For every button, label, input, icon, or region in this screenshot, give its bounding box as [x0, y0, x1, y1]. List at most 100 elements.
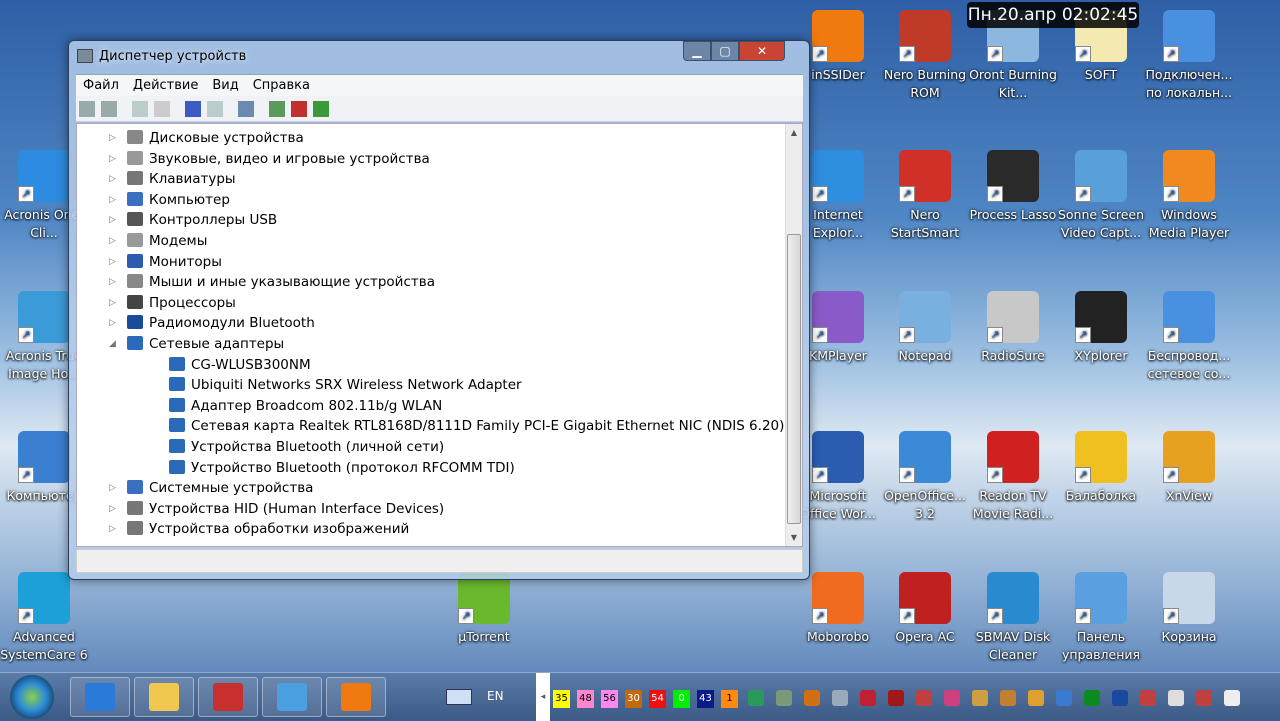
- tray-counter[interactable]: 48: [577, 690, 594, 708]
- desktop-icon[interactable]: ↗ Moborobo: [794, 572, 882, 646]
- battery-icon[interactable]: [1168, 690, 1184, 706]
- console-tree-icon[interactable]: [132, 101, 148, 117]
- desktop-icon[interactable]: ↗ Opera AC: [881, 572, 969, 646]
- desktop-icon[interactable]: ↗ Nero Burning ROM: [881, 10, 969, 102]
- expand-arrow-icon[interactable]: ▷: [109, 174, 119, 184]
- network-icon[interactable]: [1196, 690, 1212, 706]
- desktop-icon[interactable]: ↗ XnView: [1145, 431, 1233, 505]
- tree-item[interactable]: Ubiquiti Networks SRX Wireless Network A…: [169, 375, 522, 395]
- start-button[interactable]: [10, 675, 54, 719]
- tree-item[interactable]: Радиомодули Bluetooth: [127, 313, 315, 333]
- desktop-icon[interactable]: ↗ Notepad: [881, 291, 969, 365]
- menu-file[interactable]: Файл: [76, 75, 126, 96]
- expand-arrow-icon[interactable]: ▷: [109, 524, 119, 534]
- vertical-scrollbar[interactable]: ▲ ▼: [785, 124, 802, 546]
- taskbar-button-maxthon[interactable]: [70, 677, 130, 717]
- help-icon[interactable]: [185, 101, 201, 117]
- tree-item[interactable]: Сетевая карта Realtek RTL8168D/8111D Fam…: [169, 416, 784, 436]
- tree-item[interactable]: Устройства Bluetooth (личной сети): [169, 437, 444, 457]
- update-driver-icon[interactable]: [269, 101, 285, 117]
- expand-arrow-icon[interactable]: ▷: [109, 277, 119, 287]
- tree-item[interactable]: Устройства HID (Human Interface Devices): [127, 499, 444, 519]
- maximize-button[interactable]: ▢: [711, 41, 739, 61]
- desktop-icon[interactable]: ↗ Nero StartSmart: [881, 150, 969, 242]
- tree-item[interactable]: Устройства обработки изображений: [127, 519, 409, 539]
- scroll-up-arrow[interactable]: ▲: [786, 124, 802, 137]
- tray-counter[interactable]: 54: [649, 690, 666, 708]
- expand-arrow-icon[interactable]: ▷: [109, 154, 119, 164]
- security-icon[interactable]: [1000, 690, 1016, 706]
- expand-arrow-icon[interactable]: ▷: [109, 215, 119, 225]
- tool-icon[interactable]: [916, 690, 932, 706]
- taskbar-button-hash-app[interactable]: [326, 677, 386, 717]
- desktop-icon[interactable]: ↗ Advanced SystemCare 6: [0, 572, 88, 664]
- desktop-icon[interactable]: ↗ Беспровод... сетевое со...: [1145, 291, 1233, 383]
- tray-counter[interactable]: 43: [697, 690, 714, 708]
- tree-item[interactable]: Мыши и иные указывающие устройства: [127, 272, 435, 292]
- tree-item[interactable]: Процессоры: [127, 293, 236, 313]
- keyboard-icon[interactable]: [446, 689, 472, 705]
- desktop-icon[interactable]: ↗ Корзина: [1145, 572, 1233, 646]
- tree-item[interactable]: Компьютер: [127, 190, 230, 210]
- volume-icon[interactable]: [1224, 690, 1240, 706]
- network-monitor-icon[interactable]: [748, 690, 764, 706]
- bluetooth-icon[interactable]: [1112, 690, 1128, 706]
- desktop-icon[interactable]: ↗ OpenOffice... 3.2: [881, 431, 969, 523]
- back-icon[interactable]: [79, 101, 95, 117]
- desktop-icon[interactable]: ↗ Подключен... по локальн...: [1145, 10, 1233, 102]
- forward-icon[interactable]: [101, 101, 117, 117]
- desktop-icon[interactable]: ↗ RadioSure: [969, 291, 1057, 365]
- menu-view[interactable]: Вид: [205, 75, 245, 96]
- tree-item[interactable]: Клавиатуры: [127, 169, 236, 189]
- tray-counter[interactable]: 0: [673, 690, 690, 708]
- menu-help[interactable]: Справка: [246, 75, 317, 96]
- taskbar-button-network[interactable]: [262, 677, 322, 717]
- expand-arrow-icon[interactable]: ▷: [109, 133, 119, 143]
- scroll-down-arrow[interactable]: ▼: [786, 533, 802, 542]
- desktop-icon[interactable]: ↗ Балаболка: [1057, 431, 1145, 505]
- color-icon[interactable]: [944, 690, 960, 706]
- expand-arrow-icon[interactable]: ▷: [109, 298, 119, 308]
- expand-arrow-icon[interactable]: ▷: [109, 195, 119, 205]
- expand-arrow-icon[interactable]: ▷: [109, 504, 119, 514]
- tray-counter[interactable]: 35: [553, 690, 570, 708]
- desktop-icon[interactable]: ↗ Windows Media Player: [1145, 150, 1233, 242]
- tree-item[interactable]: Системные устройства: [127, 478, 313, 498]
- tree-item[interactable]: CG-WLUSB300NM: [169, 355, 311, 375]
- collapse-arrow-icon[interactable]: ◢: [109, 339, 119, 349]
- tree-item[interactable]: Устройство Bluetooth (протокол RFCOMM TD…: [169, 458, 515, 478]
- menu-action[interactable]: Действие: [126, 75, 205, 96]
- green-square-icon[interactable]: [1084, 690, 1100, 706]
- tree-item[interactable]: Адаптер Broadcom 802.11b/g WLAN: [169, 396, 442, 416]
- desktop-icon[interactable]: ↗ XYplorer: [1057, 291, 1145, 365]
- taskbar-button-explorer[interactable]: [134, 677, 194, 717]
- tree-item[interactable]: Модемы: [127, 231, 207, 251]
- uninstall-icon[interactable]: [291, 101, 307, 117]
- expand-arrow-icon[interactable]: ▷: [109, 236, 119, 246]
- desktop-icon[interactable]: ↗ Панель управления: [1057, 572, 1145, 664]
- opera-icon[interactable]: [860, 690, 876, 706]
- printer-icon[interactable]: [832, 690, 848, 706]
- tree-item[interactable]: Дисковые устройства: [127, 128, 304, 148]
- language-indicator[interactable]: EN: [487, 689, 504, 703]
- expand-arrow-icon[interactable]: ▷: [109, 257, 119, 267]
- tree-item[interactable]: Мониторы: [127, 252, 222, 272]
- tree-item[interactable]: Контроллеры USB: [127, 210, 277, 230]
- wand-icon[interactable]: [1028, 690, 1044, 706]
- update-icon[interactable]: [972, 690, 988, 706]
- desktop-icon[interactable]: ↗ SBMAV Disk Cleaner: [969, 572, 1057, 664]
- desktop-icon[interactable]: ↗ Process Lasso: [969, 150, 1057, 224]
- action-pane-icon[interactable]: [207, 101, 223, 117]
- taskbar-button-toolbox[interactable]: [198, 677, 258, 717]
- tray-counter[interactable]: 56: [601, 690, 618, 708]
- close-button[interactable]: ✕: [739, 41, 785, 61]
- tree-item[interactable]: Сетевые адаптеры: [127, 334, 284, 354]
- flag-icon[interactable]: [1140, 690, 1156, 706]
- desktop-icon[interactable]: ↗ Readon TV Movie Radi...: [969, 431, 1057, 523]
- scan-hardware-icon[interactable]: [238, 101, 254, 117]
- expand-arrow-icon[interactable]: ▷: [109, 318, 119, 328]
- show-hidden-icons-button[interactable]: ◂: [536, 673, 550, 721]
- enable-device-icon[interactable]: [313, 101, 329, 117]
- display-icon[interactable]: [1056, 690, 1072, 706]
- desktop-icon[interactable]: ↗ Sonne Screen Video Capt...: [1057, 150, 1145, 242]
